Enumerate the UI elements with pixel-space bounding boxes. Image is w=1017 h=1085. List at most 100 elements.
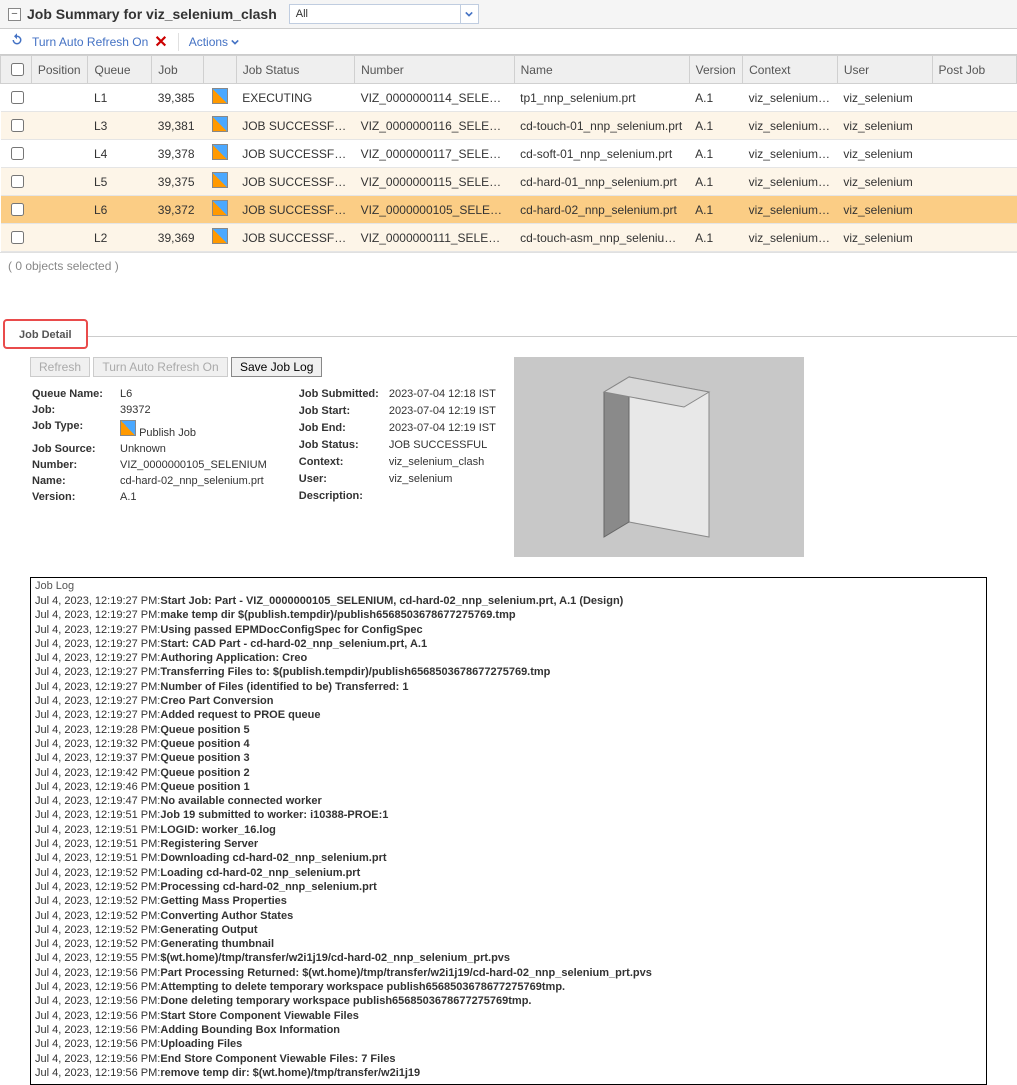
table-row[interactable]: L639,372JOB SUCCESSFULVIZ_0000000105_SEL… — [1, 196, 1017, 224]
cell-context: viz_selenium_c... — [743, 168, 838, 196]
job-detail-tab: Job Detail — [3, 319, 88, 349]
cell-version: A.1 — [689, 224, 743, 252]
cell-number: VIZ_0000000114_SELENIUM — [355, 84, 515, 112]
row-checkbox[interactable] — [11, 147, 24, 160]
preview-3d[interactable] — [514, 357, 804, 557]
log-line: Jul 4, 2023, 12:19:56 PM:Adding Bounding… — [35, 1023, 982, 1037]
col-status[interactable]: Job Status — [236, 56, 354, 84]
panel-title: Job Summary for viz_selenium_clash — [27, 6, 277, 22]
log-line: Jul 4, 2023, 12:19:51 PM:Downloading cd-… — [35, 851, 982, 865]
save-log-button[interactable]: Save Job Log — [231, 357, 322, 377]
cell-postjob — [932, 112, 1016, 140]
log-line: Jul 4, 2023, 12:19:46 PM:Queue position … — [35, 780, 982, 794]
cell-name: cd-hard-02_nnp_selenium.prt — [514, 196, 689, 224]
cell-context: viz_selenium_c... — [743, 224, 838, 252]
job-detail-panel: Refresh Turn Auto Refresh On Save Job Lo… — [30, 357, 987, 557]
val-queue-name: L6 — [120, 387, 275, 401]
lbl-start: Job Start: — [299, 404, 387, 419]
val-status: JOB SUCCESSFUL — [389, 438, 504, 453]
cell-queue: L5 — [88, 168, 152, 196]
lbl-status: Job Status: — [299, 438, 387, 453]
job-detail-label: Job Detail — [19, 329, 72, 341]
log-line: Jul 4, 2023, 12:19:47 PM:No available co… — [35, 794, 982, 808]
chevron-down-icon — [460, 5, 478, 23]
col-job[interactable]: Job — [152, 56, 203, 84]
cell-number: VIZ_0000000115_SELENIUM — [355, 168, 515, 196]
log-line: Jul 4, 2023, 12:19:56 PM:Part Processing… — [35, 966, 982, 980]
log-line: Jul 4, 2023, 12:19:52 PM:Generating thum… — [35, 937, 982, 951]
job-grid: Position Queue Job Job Status Number Nam… — [0, 55, 1017, 252]
log-line: Jul 4, 2023, 12:19:52 PM:Loading cd-hard… — [35, 866, 982, 880]
publish-icon — [212, 88, 228, 104]
val-submitted: 2023-07-04 12:18 IST — [389, 387, 504, 402]
select-all-checkbox[interactable] — [11, 63, 24, 76]
row-checkbox[interactable] — [11, 231, 24, 244]
collapse-icon[interactable]: − — [8, 8, 21, 21]
publish-icon — [212, 228, 228, 244]
lbl-job-type: Job Type: — [32, 419, 118, 440]
col-position[interactable]: Position — [31, 56, 88, 84]
table-row[interactable]: L239,369JOB SUCCESSFULVIZ_0000000111_SEL… — [1, 224, 1017, 252]
col-user[interactable]: User — [837, 56, 932, 84]
table-row[interactable]: L139,385EXECUTINGVIZ_0000000114_SELENIUM… — [1, 84, 1017, 112]
log-line: Jul 4, 2023, 12:19:27 PM:Number of Files… — [35, 680, 982, 694]
col-name[interactable]: Name — [514, 56, 689, 84]
cell-position — [31, 112, 88, 140]
cell-status: EXECUTING — [236, 84, 354, 112]
val-context: viz_selenium_clash — [389, 455, 504, 470]
job-log-body: Jul 4, 2023, 12:19:27 PM:Start Job: Part… — [31, 594, 986, 1084]
cell-version: A.1 — [689, 168, 743, 196]
cell-postjob — [932, 168, 1016, 196]
lbl-context: Context: — [299, 455, 387, 470]
cell-context: viz_selenium_c... — [743, 196, 838, 224]
col-postjob[interactable]: Post Job — [932, 56, 1016, 84]
cell-position — [31, 196, 88, 224]
row-checkbox[interactable] — [11, 91, 24, 104]
actions-menu[interactable]: Actions — [189, 35, 240, 49]
lbl-job: Job: — [32, 403, 118, 417]
cell-status: JOB SUCCESSFUL — [236, 140, 354, 168]
row-checkbox[interactable] — [11, 119, 24, 132]
lbl-job-source: Job Source: — [32, 442, 118, 456]
cell-context: viz_selenium_c... — [743, 140, 838, 168]
cell-job: 39,385 — [152, 84, 203, 112]
refresh-button: Refresh — [30, 357, 90, 377]
log-line: Jul 4, 2023, 12:19:56 PM:Done deleting t… — [35, 994, 982, 1008]
table-row[interactable]: L539,375JOB SUCCESSFULVIZ_0000000115_SEL… — [1, 168, 1017, 196]
cell-status: JOB SUCCESSFUL — [236, 168, 354, 196]
col-context[interactable]: Context — [743, 56, 838, 84]
val-number: VIZ_0000000105_SELENIUM — [120, 458, 275, 472]
cell-user: viz_selenium — [837, 224, 932, 252]
cell-number: VIZ_0000000117_SELENIUM — [355, 140, 515, 168]
col-number[interactable]: Number — [355, 56, 515, 84]
log-line: Jul 4, 2023, 12:19:51 PM:Job 19 submitte… — [35, 808, 982, 822]
cell-context: viz_selenium_c... — [743, 84, 838, 112]
log-line: Jul 4, 2023, 12:19:52 PM:Generating Outp… — [35, 923, 982, 937]
lbl-submitted: Job Submitted: — [299, 387, 387, 402]
table-row[interactable]: L439,378JOB SUCCESSFULVIZ_0000000117_SEL… — [1, 140, 1017, 168]
val-job: 39372 — [120, 403, 275, 417]
refresh-icon[interactable] — [8, 31, 26, 52]
col-queue[interactable]: Queue — [88, 56, 152, 84]
log-line: Jul 4, 2023, 12:19:56 PM:End Store Compo… — [35, 1052, 982, 1066]
cell-name: tp1_nnp_selenium.prt — [514, 84, 689, 112]
lbl-version: Version: — [32, 490, 118, 504]
log-line: Jul 4, 2023, 12:19:56 PM:Attempting to d… — [35, 980, 982, 994]
val-job-type: Publish Job — [120, 419, 275, 440]
filter-dropdown[interactable]: All — [289, 4, 479, 24]
row-checkbox[interactable] — [11, 203, 24, 216]
cell-version: A.1 — [689, 196, 743, 224]
cell-queue: L4 — [88, 140, 152, 168]
toolbar: Turn Auto Refresh On ✕ Actions — [0, 29, 1017, 55]
cell-status: JOB SUCCESSFUL — [236, 112, 354, 140]
row-checkbox[interactable] — [11, 175, 24, 188]
cell-job: 39,372 — [152, 196, 203, 224]
cell-position — [31, 224, 88, 252]
cell-context: viz_selenium_c... — [743, 112, 838, 140]
cancel-icon[interactable]: ✕ — [154, 32, 167, 52]
auto-refresh-link[interactable]: Turn Auto Refresh On — [32, 35, 148, 49]
table-row[interactable]: L339,381JOB SUCCESSFULVIZ_0000000116_SEL… — [1, 112, 1017, 140]
col-version[interactable]: Version — [689, 56, 743, 84]
publish-icon — [212, 116, 228, 132]
publish-icon — [212, 144, 228, 160]
